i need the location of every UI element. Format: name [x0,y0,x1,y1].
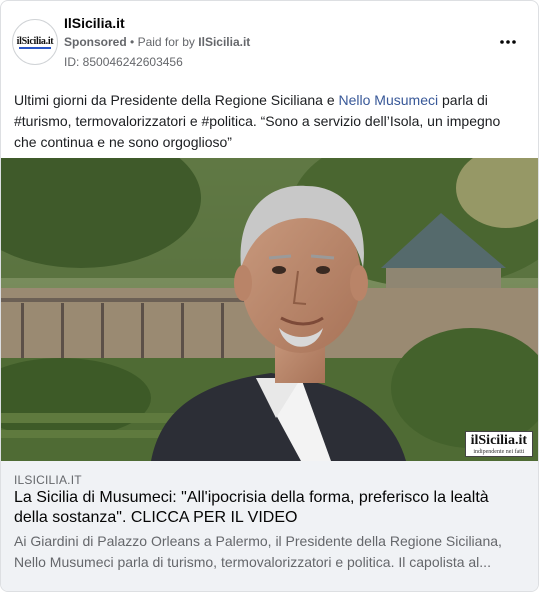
mention-link[interactable]: Nello Musumeci [339,92,439,108]
link-description: Ai Giardini di Palazzo Orleans a Palermo… [14,533,502,570]
avatar-logo-text: ilSicilia.it [16,36,54,47]
paid-for-by-name[interactable]: IlSicilia.it [198,35,250,49]
page-name-link[interactable]: IlSicilia.it [64,15,125,31]
watermark-main-text: ilSicilia.it [470,433,527,448]
meta-separator: • [130,35,135,49]
sponsored-label[interactable]: Sponsored [64,35,127,49]
ad-id: ID: 850046242603456 [64,55,183,69]
page-avatar[interactable]: ilSicilia.it [12,19,58,65]
link-domain: ILSICILIA.IT [14,473,82,487]
media-watermark: ilSicilia.it indipendente nei fatti [464,431,533,457]
body-text-before: Ultimi giorni da Presidente della Region… [14,92,339,108]
post-body-text: Ultimi giorni da Presidente della Region… [14,90,526,153]
link-preview[interactable]: ILSICILIA.IT La Sicilia di Musumeci: "Al… [1,461,538,591]
sponsored-post-card: ilSicilia.it IlSicilia.it Sponsored • Pa… [0,0,539,592]
more-horizontal-icon [500,40,516,44]
video-thumbnail[interactable]: ilSicilia.it indipendente nei fatti [1,158,538,461]
more-options-button[interactable] [495,29,521,55]
post-header: ilSicilia.it IlSicilia.it Sponsored • Pa… [1,1,538,81]
link-headline[interactable]: La Sicilia di Musumeci: "All'ipocrisia d… [14,488,526,528]
avatar-logo-underline [19,47,51,49]
paid-for-prefix: Paid for by [137,35,195,49]
thumbnail-image [1,158,538,461]
post-meta: Sponsored • Paid for by IlSicilia.it [64,35,250,49]
watermark-sub-text: indipendente nei fatti [473,449,525,455]
